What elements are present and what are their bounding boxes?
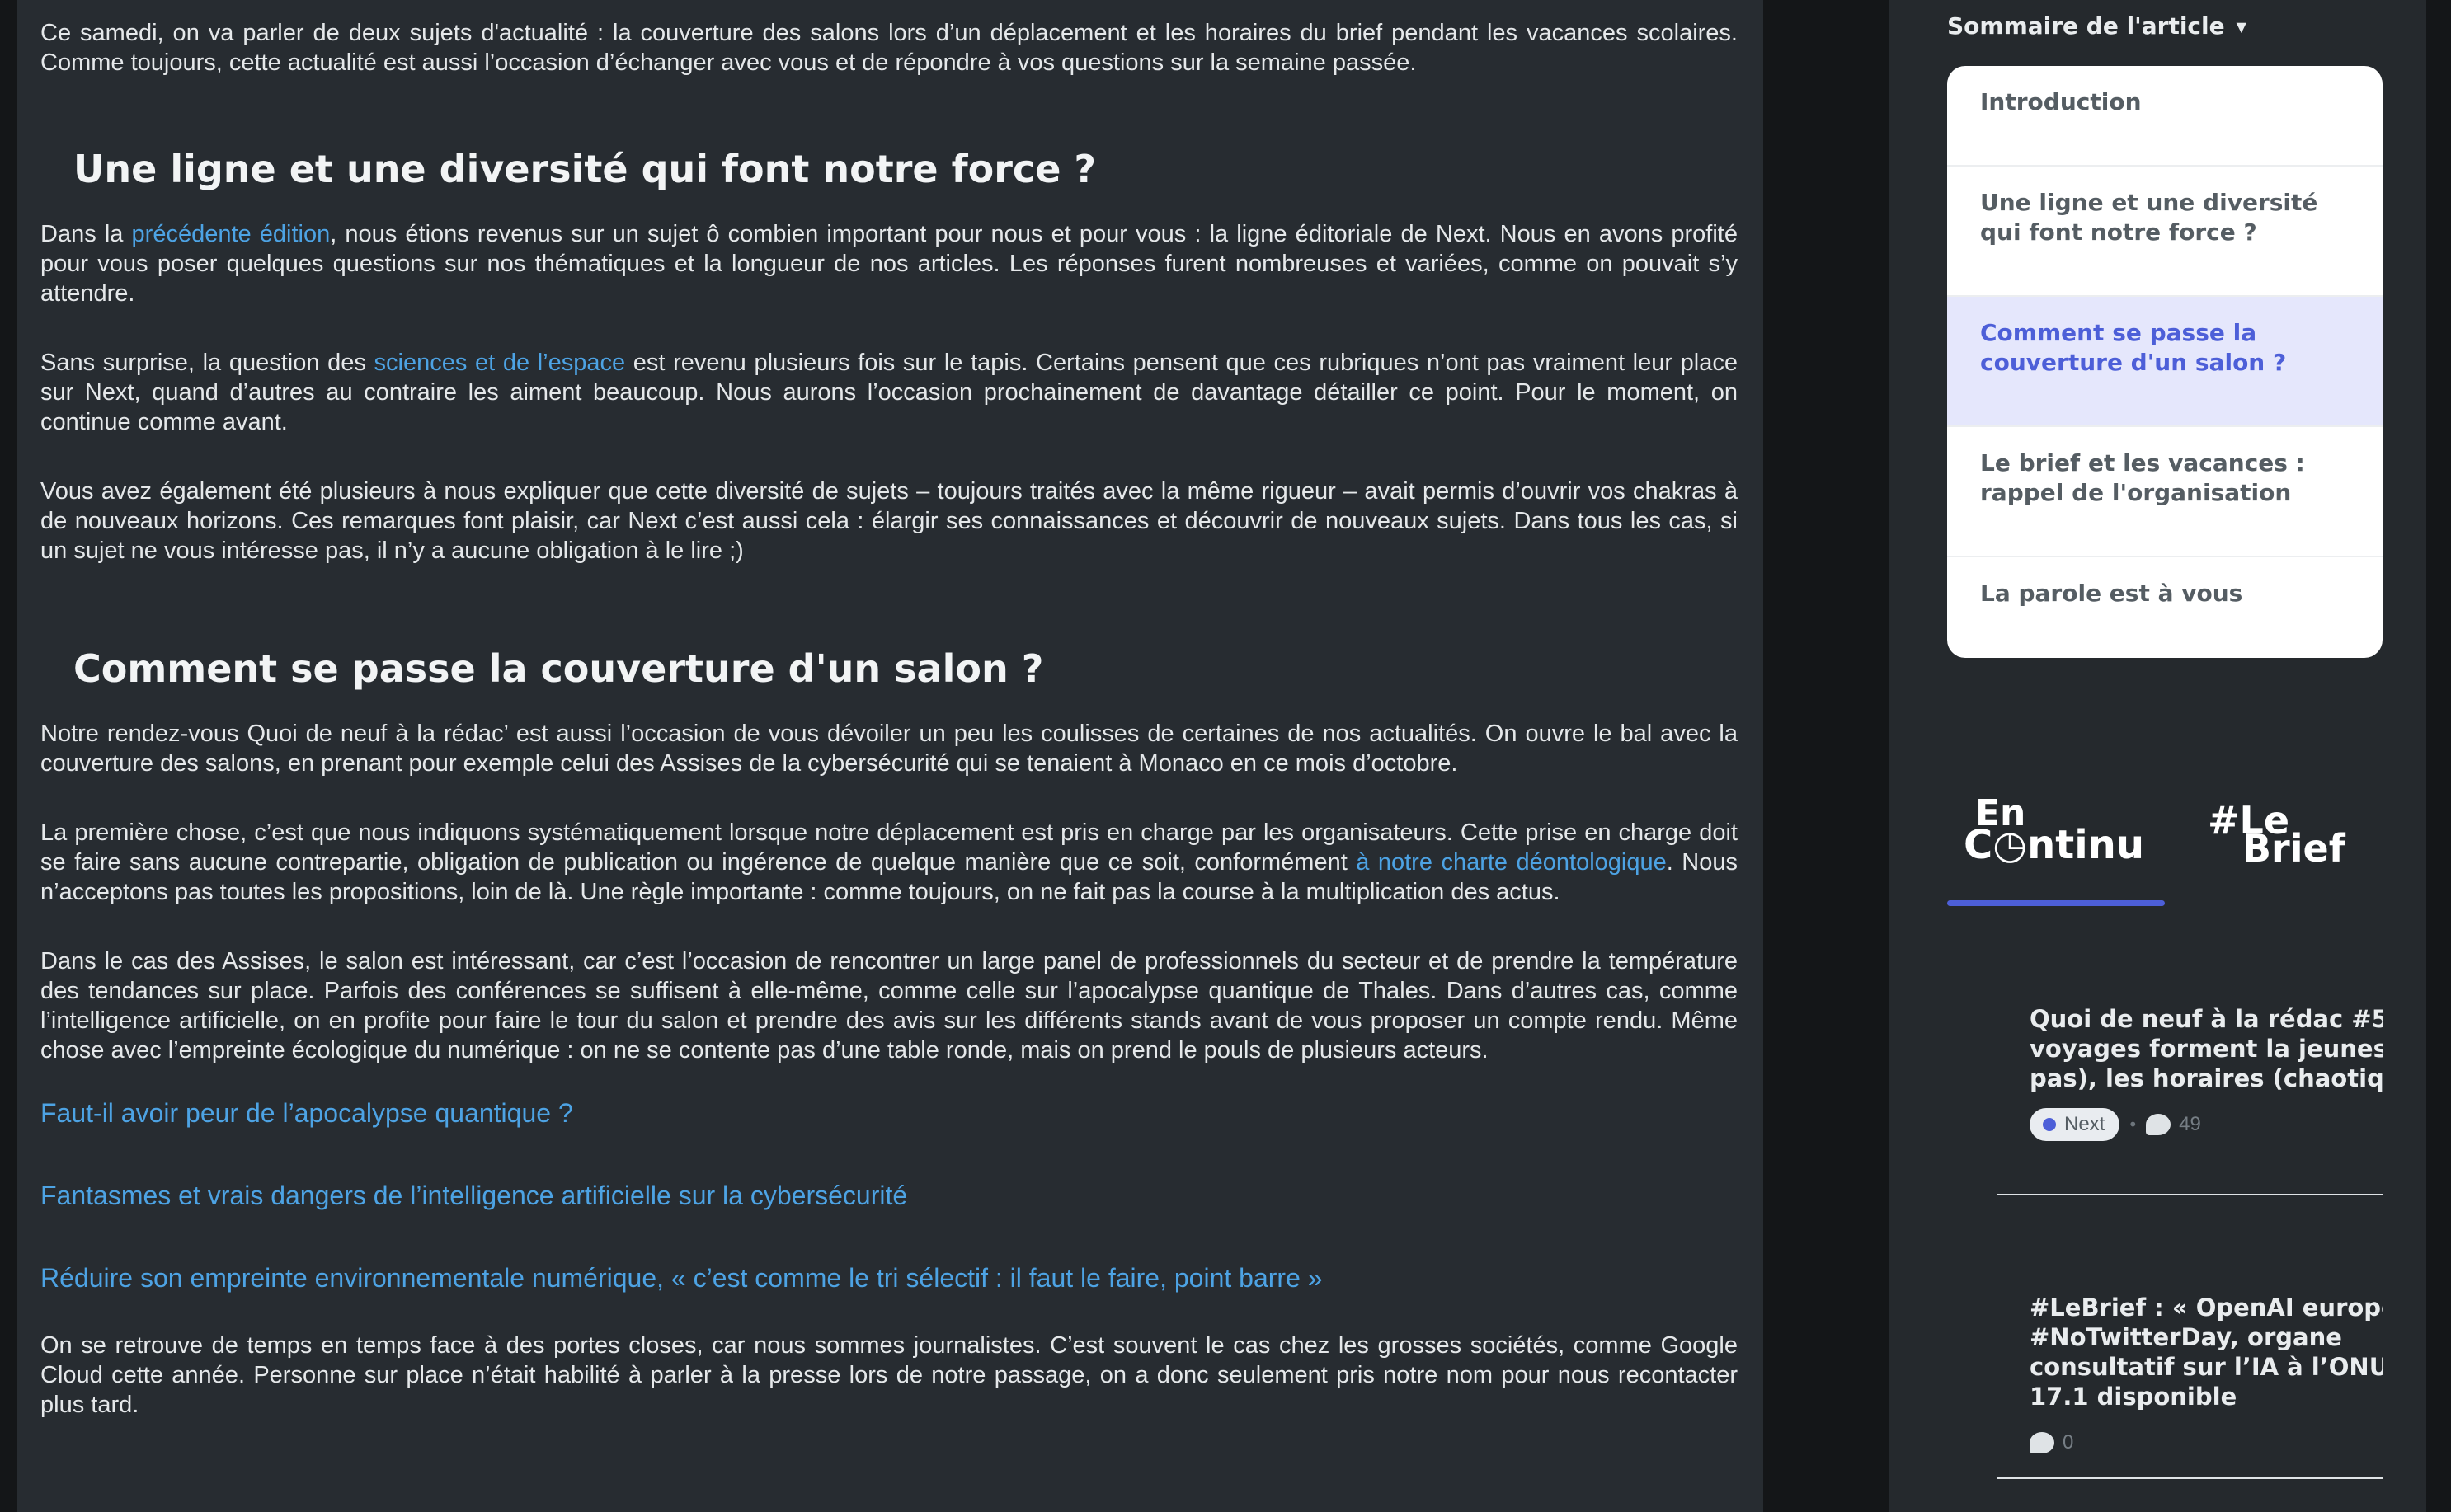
related-article-link[interactable]: Fantasmes et vrais dangers de l’intellig… — [40, 1179, 1738, 1212]
comment-count: 49 — [2179, 1113, 2201, 1135]
table-of-contents: Introduction Une ligne et une diversité … — [1947, 66, 2383, 658]
link-precedente-edition[interactable]: précédente édition — [132, 221, 331, 247]
comment-icon — [2146, 1114, 2171, 1135]
news-title[interactable]: Quoi de neuf à la rédac #5 : les voyages… — [2030, 1004, 2383, 1093]
news-tabs: En C◷ntinu #Le Brief — [1947, 796, 2383, 912]
toc-item-brief-vacances[interactable]: Le brief et les vacances : rappel de l'o… — [1947, 427, 2383, 557]
news-meta: Next • 49 — [2030, 1108, 2383, 1141]
section-heading-ligne: Une ligne et une diversité qui font notr… — [73, 147, 1097, 191]
paragraph: Vous avez également été plusieurs à nous… — [40, 478, 1738, 564]
paragraph: Sans surprise, la question des sciences … — [40, 350, 1738, 435]
toc-item-ligne[interactable]: Une ligne et une diversité qui font notr… — [1947, 167, 2383, 297]
paragraph: Dans le cas des Assises, le salon est in… — [40, 948, 1738, 1064]
tab-le-brief[interactable]: #Le Brief — [2208, 796, 2373, 912]
toc-toggle[interactable]: Sommaire de l'article ▼ — [1947, 12, 2246, 42]
link-sciences-espace[interactable]: sciences et de l’espace — [374, 350, 626, 376]
article-body: Ce samedi, on va parler de deux sujets d… — [40, 18, 1738, 1459]
article-panel: Ce samedi, on va parler de deux sujets d… — [17, 0, 1763, 1512]
comment-icon — [2030, 1432, 2054, 1453]
news-item[interactable]: Quoi de neuf à la rédac #5 : les voyages… — [2030, 1004, 2383, 1141]
intro-paragraph: Ce samedi, on va parler de deux sujets d… — [40, 20, 1738, 76]
paragraph: On se retrouve de temps en temps face à … — [40, 1332, 1738, 1418]
news-meta: 0 — [2030, 1426, 2383, 1459]
news-title[interactable]: #LeBrief : « OpenAI européen », #NoTwitt… — [2030, 1293, 2383, 1411]
category-badge[interactable]: Next — [2030, 1108, 2120, 1141]
sidebar: Sommaire de l'article ▼ Introduction Une … — [1889, 0, 2426, 1512]
tab-le-brief-logo-line2: Brief — [2242, 826, 2345, 871]
divider — [1997, 1477, 2383, 1479]
tab-en-continu-logo-line2: C◷ntinu — [1964, 822, 2145, 868]
paragraph: Dans la précédente édition, nous étions … — [40, 221, 1738, 307]
paragraph: Notre rendez-vous Quoi de neuf à la réda… — [40, 721, 1738, 777]
tag-dot-icon — [2043, 1118, 2056, 1131]
toc-item-parole[interactable]: La parole est à vous — [1947, 557, 2383, 658]
tab-en-continu[interactable]: En C◷ntinu — [1947, 796, 2165, 912]
link-charte-deontologique[interactable]: à notre charte déontologique — [1356, 849, 1667, 876]
separator: • — [2128, 1115, 2138, 1134]
section-heading-salon: Comment se passe la couverture d'un salo… — [73, 646, 1044, 691]
comment-count: 0 — [2063, 1431, 2074, 1453]
category-label: Next — [2064, 1113, 2105, 1135]
active-tab-indicator — [1947, 900, 2165, 906]
divider — [1997, 1194, 2383, 1195]
related-article-link[interactable]: Réduire son empreinte environnementale n… — [40, 1261, 1738, 1294]
toc-item-salon[interactable]: Comment se passe la couverture d'un salo… — [1947, 297, 2383, 427]
toc-item-introduction[interactable]: Introduction — [1947, 66, 2383, 167]
paragraph: La première chose, c’est que nous indiqu… — [40, 819, 1738, 905]
chevron-down-icon: ▼ — [2236, 19, 2246, 35]
news-item[interactable]: #LeBrief : « OpenAI européen », #NoTwitt… — [2030, 1293, 2383, 1459]
related-article-link[interactable]: Faut-il avoir peur de l’apocalypse quant… — [40, 1096, 1738, 1129]
toc-title: Sommaire de l'article — [1947, 12, 2225, 40]
